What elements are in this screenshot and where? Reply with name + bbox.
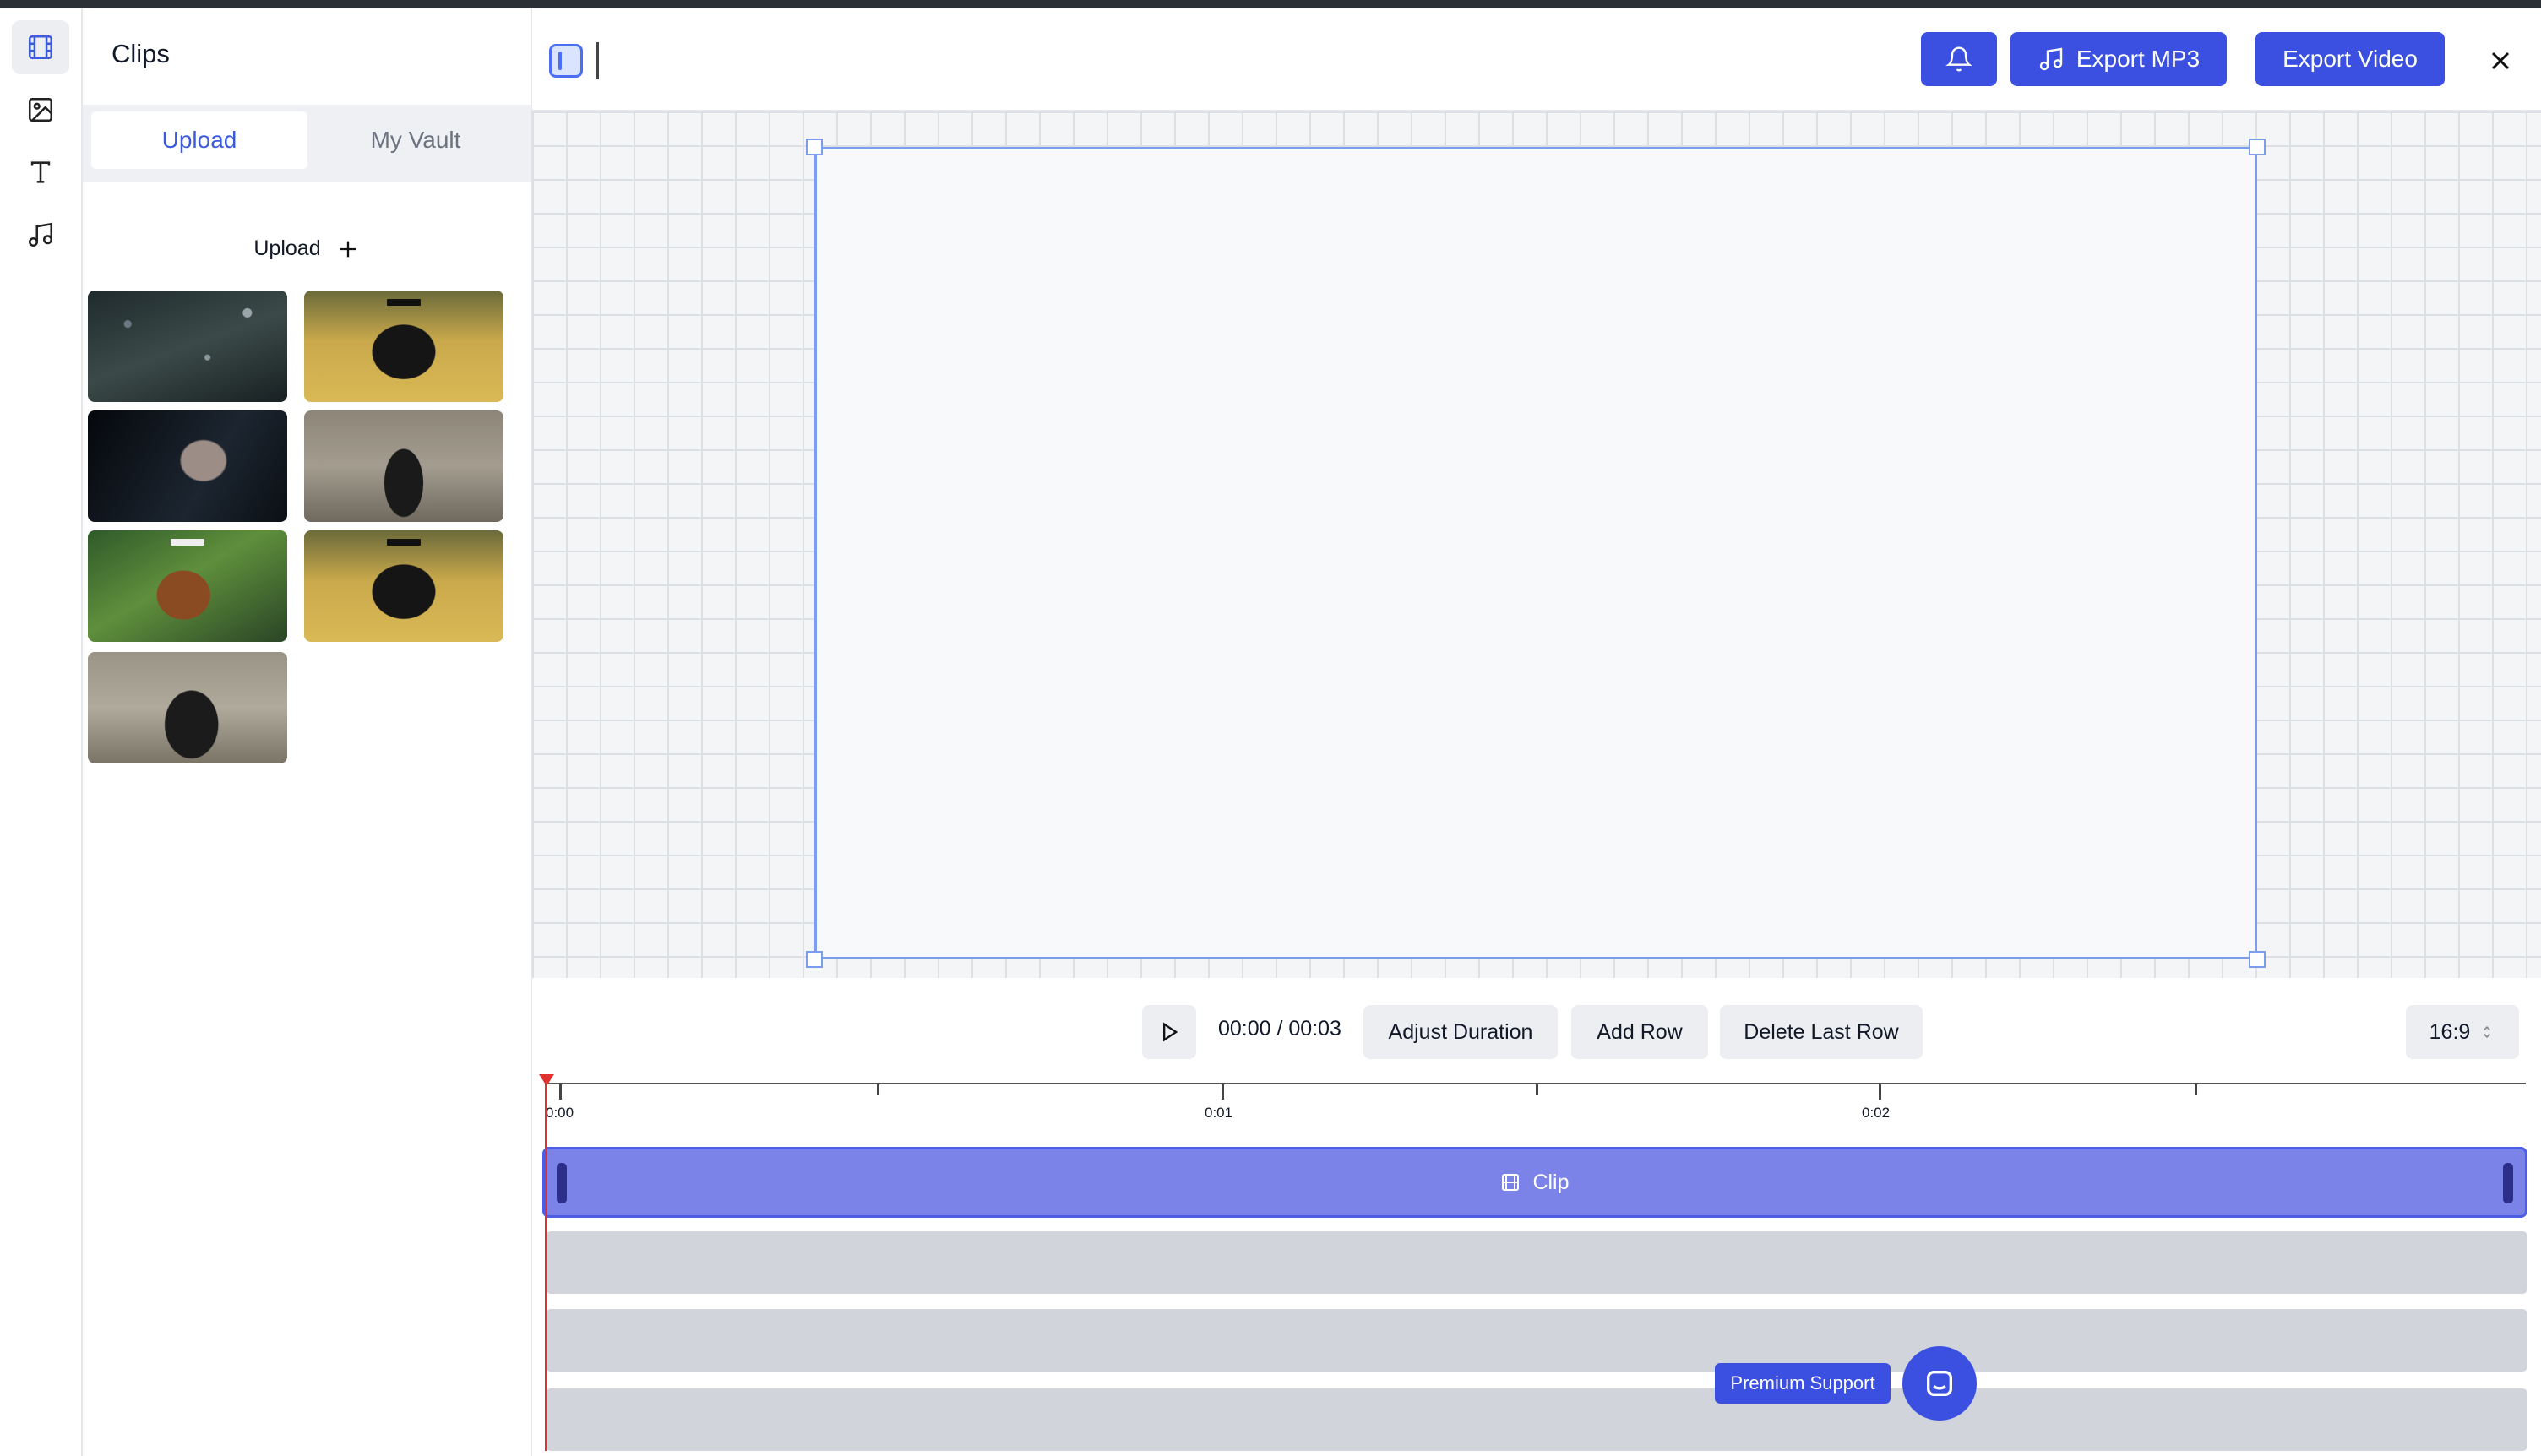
ruler-label-2: 0:02 xyxy=(1862,1105,1891,1121)
resize-handle-top-right[interactable] xyxy=(2249,139,2266,155)
clip-trim-handle-right[interactable] xyxy=(2503,1163,2513,1203)
resize-handle-bottom-right[interactable] xyxy=(2249,951,2266,968)
timeline[interactable]: 0:00 0:01 0:02 Clip xyxy=(532,1074,2541,1456)
editor-main: Export MP3 Export Video 00:00 / 00:03 Ad… xyxy=(532,8,2541,1456)
images-tool-button[interactable] xyxy=(12,83,69,137)
plus-icon xyxy=(340,241,356,257)
thumbnail-caption-mark xyxy=(387,299,421,306)
clip-thumbnail-rain-glass[interactable] xyxy=(88,291,287,402)
window-top-strip xyxy=(0,0,2541,8)
play-icon xyxy=(1163,1022,1178,1042)
timeline-row-empty[interactable] xyxy=(546,1309,2527,1372)
text-caret xyxy=(596,42,599,79)
bell-icon xyxy=(1945,46,1972,72)
text-icon xyxy=(30,161,51,183)
timeline-row-empty[interactable] xyxy=(546,1231,2527,1294)
add-row-button[interactable]: Add Row xyxy=(1571,1005,1708,1059)
export-mp3-button[interactable]: Export MP3 xyxy=(2010,32,2227,86)
support-chat-button[interactable] xyxy=(1902,1346,1977,1421)
panel-tabs: Upload My Vault xyxy=(83,105,531,182)
clips-tool-button[interactable] xyxy=(12,20,69,74)
aspect-ratio-value: 16:9 xyxy=(2429,1019,2471,1044)
export-mp3-label: Export MP3 xyxy=(2076,46,2201,72)
preview-canvas[interactable] xyxy=(532,111,2541,978)
ruler-tick xyxy=(1879,1083,1881,1100)
thumbnail-caption-mark xyxy=(171,539,204,546)
panel-title: Clips xyxy=(112,39,170,68)
ruler-label-0: 0:00 xyxy=(546,1105,574,1121)
image-icon xyxy=(28,97,53,122)
tab-upload[interactable]: Upload xyxy=(91,111,307,169)
playhead[interactable] xyxy=(545,1079,547,1451)
timeline-clip[interactable]: Clip xyxy=(542,1147,2527,1218)
resize-handle-top-left[interactable] xyxy=(806,139,823,155)
clip-thumbnail-woman-coat-2[interactable] xyxy=(88,652,287,763)
time-readout: 00:00 / 00:03 xyxy=(1218,1017,1341,1040)
chat-icon xyxy=(1927,1371,1952,1396)
ruler-tick xyxy=(877,1083,879,1095)
clip-thumbnail-bear-guitar[interactable] xyxy=(88,530,287,642)
thumbnail-caption-mark xyxy=(387,539,421,546)
resize-handle-bottom-left[interactable] xyxy=(806,951,823,968)
film-icon xyxy=(1502,1174,1520,1191)
ruler-label-1: 0:01 xyxy=(1205,1105,1233,1121)
tab-my-vault[interactable]: My Vault xyxy=(307,111,524,169)
clip-trim-handle-left[interactable] xyxy=(557,1163,567,1203)
clip-thumbnail-woman-coat[interactable] xyxy=(304,410,503,522)
export-video-label: Export Video xyxy=(2283,46,2418,72)
upload-label: Upload xyxy=(253,236,321,260)
music-icon xyxy=(28,222,53,247)
notifications-button[interactable] xyxy=(1921,32,1997,86)
ruler-tick xyxy=(1536,1083,1538,1095)
editor-header: Export MP3 Export Video xyxy=(532,8,2541,111)
clip-thumbnail-man-portrait[interactable] xyxy=(88,410,287,522)
sidebar-toggle-icon[interactable] xyxy=(549,44,583,78)
tool-rail xyxy=(0,8,83,1456)
ruler-tick xyxy=(2195,1083,2197,1095)
play-button[interactable] xyxy=(1142,1005,1196,1059)
clip-label: Clip xyxy=(1532,1170,1570,1194)
premium-support-badge[interactable]: Premium Support xyxy=(1715,1363,1891,1404)
audio-tool-button[interactable] xyxy=(12,208,69,262)
export-video-button[interactable]: Export Video xyxy=(2255,32,2445,86)
clip-thumbnail-dog-field-2[interactable] xyxy=(304,530,503,642)
close-icon[interactable] xyxy=(2485,46,2516,76)
delete-last-row-button[interactable]: Delete Last Row xyxy=(1720,1005,1923,1059)
playhead-marker[interactable] xyxy=(539,1074,554,1086)
clip-thumbnail-dog-field[interactable] xyxy=(304,291,503,402)
upload-button[interactable]: Upload xyxy=(83,236,531,261)
clips-panel: Clips Upload My Vault Upload xyxy=(83,8,532,1456)
timeline-row-empty[interactable] xyxy=(546,1388,2527,1451)
ruler-tick xyxy=(1222,1083,1224,1100)
text-tool-button[interactable] xyxy=(12,145,69,199)
video-frame[interactable] xyxy=(814,147,2257,959)
ruler-tick xyxy=(559,1083,562,1100)
music-icon xyxy=(2039,47,2063,71)
film-icon xyxy=(28,35,53,60)
chevron-up-down-icon xyxy=(2484,1025,2491,1039)
adjust-duration-button[interactable]: Adjust Duration xyxy=(1363,1005,1558,1059)
playback-controls: 00:00 / 00:03 Adjust Duration Add Row De… xyxy=(532,978,2541,1079)
aspect-ratio-select[interactable]: 16:9 xyxy=(2406,1005,2519,1059)
